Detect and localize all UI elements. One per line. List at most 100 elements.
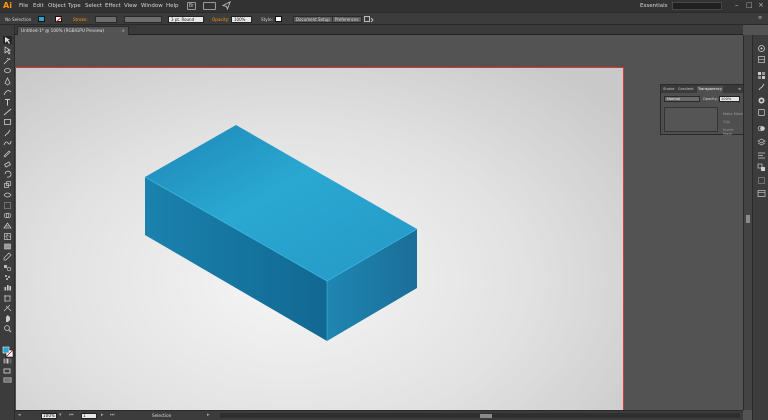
clip-checkbox[interactable]: Clip xyxy=(723,120,730,124)
symbols-icon[interactable] xyxy=(757,90,766,104)
blend-mode-select[interactable]: Normal xyxy=(664,96,700,102)
column-graph-tool-icon[interactable] xyxy=(3,283,12,291)
make-mask-button[interactable]: Make Mask xyxy=(723,112,743,116)
tab-transparency[interactable]: Transparency xyxy=(697,86,723,93)
layers-icon[interactable] xyxy=(757,132,766,146)
close-tab-icon[interactable]: × xyxy=(121,27,125,35)
isometric-box-artwork[interactable] xyxy=(15,35,743,410)
color-guide-icon[interactable] xyxy=(757,49,766,63)
zoom-dropdown-icon[interactable]: ▾ xyxy=(59,412,62,418)
hand-tool-icon[interactable] xyxy=(3,314,12,323)
color-mode-icon[interactable] xyxy=(3,358,12,366)
menu-window[interactable]: Window xyxy=(141,3,163,9)
pathfinder-icon[interactable] xyxy=(757,157,766,171)
menu-view[interactable]: View xyxy=(124,3,137,9)
stroke-swatch[interactable] xyxy=(55,16,62,22)
pencil-tool-icon[interactable] xyxy=(3,149,12,158)
pen-tool-icon[interactable] xyxy=(3,77,12,86)
last-artboard-icon[interactable]: ⏭ xyxy=(110,412,115,418)
bridge-button[interactable]: Br xyxy=(187,2,196,10)
menu-edit[interactable]: Edit xyxy=(33,3,44,9)
selection-tool-icon[interactable] xyxy=(3,36,12,44)
blend-tool-icon[interactable] xyxy=(3,263,12,271)
zoom-field[interactable]: 100% xyxy=(41,412,57,419)
fill-swatch[interactable] xyxy=(38,16,45,22)
document-setup-button[interactable]: Document Setup xyxy=(293,15,333,23)
zoom-out-icon[interactable]: ◂ xyxy=(18,412,21,418)
tab-gradient[interactable]: Gradient xyxy=(678,87,694,91)
artboard-tool-icon[interactable] xyxy=(3,294,12,302)
scale-tool-icon[interactable] xyxy=(3,180,12,189)
curvature-tool-icon[interactable] xyxy=(3,88,12,96)
panel-opacity-field[interactable]: 100% xyxy=(719,96,740,102)
screen-mode-icon[interactable] xyxy=(3,377,12,385)
magic-wand-tool-icon[interactable] xyxy=(3,57,12,65)
menu-file[interactable]: File xyxy=(19,3,28,9)
transform-icon[interactable] xyxy=(757,170,766,184)
preferences-button[interactable]: Preferences xyxy=(332,15,362,23)
eraser-tool-icon[interactable] xyxy=(3,160,12,168)
search-field[interactable] xyxy=(672,2,722,10)
stroke-label[interactable]: Stroke: xyxy=(73,17,88,22)
symbol-sprayer-tool-icon[interactable] xyxy=(3,273,12,281)
line-tool-icon[interactable] xyxy=(3,108,12,116)
vertical-scrollbar[interactable] xyxy=(743,35,752,410)
mesh-tool-icon[interactable] xyxy=(3,232,12,240)
brushes-icon[interactable] xyxy=(757,77,766,91)
horizontal-scroll-thumb[interactable] xyxy=(480,413,492,418)
opacity-label[interactable]: Opacity: xyxy=(212,17,229,22)
brush-definition[interactable]: 3 pt. Round xyxy=(168,15,204,23)
vertical-scroll-thumb[interactable] xyxy=(746,215,750,223)
shaper-tool-icon[interactable] xyxy=(3,139,12,147)
shape-builder-tool-icon[interactable] xyxy=(3,211,12,219)
maximize-icon[interactable]: □ xyxy=(746,1,753,9)
eyedropper-tool-icon[interactable] xyxy=(3,252,12,261)
rectangle-tool-icon[interactable] xyxy=(3,118,12,126)
workspace-switcher[interactable]: Essentials xyxy=(640,3,668,9)
free-transform-tool-icon[interactable] xyxy=(3,201,12,209)
canvas-area[interactable] xyxy=(15,35,743,410)
align-icon[interactable] xyxy=(757,145,766,159)
width-tool-icon[interactable] xyxy=(3,191,12,199)
close-icon[interactable]: × xyxy=(758,1,764,9)
menu-effect[interactable]: Effect xyxy=(105,3,121,9)
rotate-tool-icon[interactable] xyxy=(3,170,12,178)
lasso-tool-icon[interactable] xyxy=(3,67,12,75)
stroke-weight-field[interactable] xyxy=(95,15,117,23)
menu-help[interactable]: Help xyxy=(166,3,179,9)
paintbrush-tool-icon[interactable] xyxy=(3,129,12,137)
graphic-styles-icon[interactable] xyxy=(757,102,766,116)
panel-menu-icon[interactable]: ≡ xyxy=(738,87,741,91)
status-menu-icon[interactable]: ▸ xyxy=(207,412,210,418)
invert-mask-checkbox[interactable]: Invert Mask xyxy=(723,128,743,136)
first-artboard-icon[interactable]: ⏮ xyxy=(69,412,74,418)
send-icon[interactable] xyxy=(221,0,231,12)
appearance-icon[interactable] xyxy=(757,118,766,132)
app-logo: Ai xyxy=(3,1,12,10)
control-menu-icon[interactable]: ≡ xyxy=(758,15,762,21)
drawing-mode-icon[interactable] xyxy=(3,368,12,376)
menu-object[interactable]: Object xyxy=(48,3,66,9)
artboards-icon[interactable] xyxy=(757,183,766,197)
arrange-icon[interactable] xyxy=(364,16,374,24)
direct-selection-tool-icon[interactable] xyxy=(3,46,12,55)
slice-tool-icon[interactable] xyxy=(3,304,12,312)
menu-select[interactable]: Select xyxy=(85,3,102,9)
fill-stroke-icon[interactable] xyxy=(2,343,14,358)
color-panel-icon[interactable] xyxy=(757,38,766,52)
next-artboard-icon[interactable]: ▸ xyxy=(101,412,104,418)
document-tab[interactable]: Untitled-1* @ 100% (RGB/GPU Preview) × xyxy=(17,26,129,35)
arrange-documents-icon[interactable] xyxy=(203,2,216,10)
variable-width-profile[interactable] xyxy=(124,15,162,23)
graphic-style-swatch[interactable] xyxy=(275,16,282,22)
menu-type[interactable]: Type xyxy=(68,3,81,9)
gradient-tool-icon[interactable] xyxy=(3,242,12,250)
minimize-icon[interactable]: – xyxy=(735,1,739,9)
zoom-tool-icon[interactable] xyxy=(3,324,12,333)
opacity-field[interactable]: 100% xyxy=(231,15,252,23)
perspective-grid-tool-icon[interactable] xyxy=(3,221,12,229)
type-tool-icon[interactable] xyxy=(3,98,12,106)
swatches-icon[interactable] xyxy=(757,65,766,79)
artboard-number-field[interactable]: 1 xyxy=(81,412,97,419)
tab-stroke[interactable]: Stroke xyxy=(663,87,674,91)
